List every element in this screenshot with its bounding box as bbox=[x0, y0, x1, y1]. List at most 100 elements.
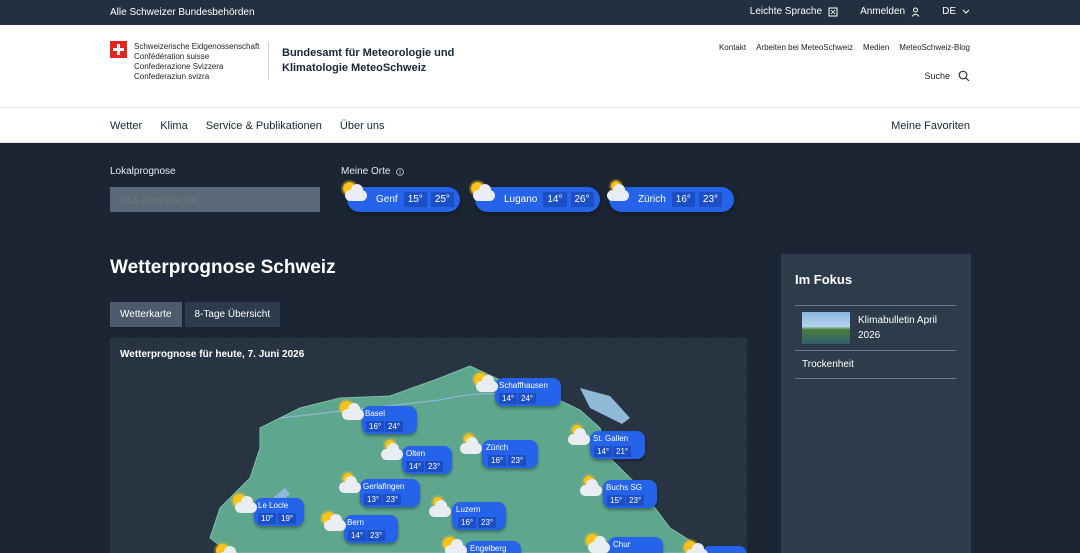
map-point-max: 23° bbox=[626, 495, 645, 506]
easy-language-link[interactable]: Leichte Sprache bbox=[750, 6, 838, 17]
confed-line: Confederazione Svizzera bbox=[134, 62, 224, 71]
climate-bulletin-thumbnail[interactable] bbox=[802, 312, 850, 344]
contact-link[interactable]: Kontakt bbox=[719, 43, 746, 52]
map-point-name: Luzern bbox=[456, 505, 481, 514]
language-selector[interactable]: DE bbox=[942, 6, 970, 17]
page-title: Wetterprognose Schweiz bbox=[110, 257, 336, 278]
map-point-chur[interactable]: Chur bbox=[608, 537, 663, 553]
top-utility-actions: Leichte Sprache Anmelden DE bbox=[750, 6, 970, 17]
map-point-name: Gerlafingen bbox=[363, 482, 405, 491]
login-link[interactable]: Anmelden bbox=[860, 6, 920, 17]
cloudy-icon bbox=[456, 434, 484, 458]
nav-item-wetter[interactable]: Wetter bbox=[110, 120, 142, 132]
focus-divider bbox=[795, 305, 956, 306]
chevron-down-icon bbox=[962, 9, 970, 14]
cloudy-icon bbox=[377, 440, 405, 464]
place-city: Lugano bbox=[504, 194, 538, 205]
info-icon[interactable] bbox=[396, 167, 405, 176]
federal-authorities-link[interactable]: Alle Schweizer Bundesbehörden bbox=[110, 7, 255, 18]
map-point-basel[interactable]: Basel 16° 24° bbox=[362, 406, 417, 434]
place-min-temp: 16° bbox=[671, 192, 695, 207]
map-point-luzern[interactable]: Luzern 16° 23° bbox=[452, 502, 506, 530]
blog-link[interactable]: MeteoSchweiz-Blog bbox=[899, 43, 970, 52]
sun-cloud-icon bbox=[320, 511, 348, 535]
map-point-max: 19° bbox=[278, 513, 297, 524]
map-point-zuerich[interactable]: Zürich 16° 23° bbox=[482, 440, 538, 468]
map-point-min: 16° bbox=[458, 517, 477, 528]
local-forecast-label: Lokalprognose bbox=[110, 166, 176, 177]
office-line: Bundesamt für Meteorologie und bbox=[282, 47, 455, 59]
local-forecast-input[interactable] bbox=[110, 187, 320, 212]
media-link[interactable]: Medien bbox=[863, 43, 889, 52]
confed-line: Confédération suisse bbox=[134, 52, 210, 61]
map-point-name: Zürich bbox=[486, 443, 509, 452]
map-point-name: Buchs SG bbox=[606, 483, 643, 492]
confederation-names: Schweizerische Eidgenossenschaft Confédé… bbox=[134, 42, 259, 82]
focus-item-drought[interactable]: Trockenheit bbox=[802, 359, 854, 370]
sun-cloud-icon bbox=[338, 400, 366, 424]
language-label: DE bbox=[942, 6, 956, 17]
map-point-name: Chur bbox=[613, 540, 631, 549]
easy-language-icon bbox=[828, 7, 838, 16]
map-point-max: 23° bbox=[367, 530, 386, 541]
my-places-label: Meine Orte bbox=[341, 166, 405, 177]
place-max-temp: 23° bbox=[698, 192, 723, 207]
office-line: Klimatologie MeteoSchweiz bbox=[282, 62, 427, 74]
top-utility-bar: Alle Schweizer Bundesbehörden Leichte Sp… bbox=[0, 0, 1080, 25]
weather-map[interactable]: Wetterprognose für heute, 7. Juni 2026 S… bbox=[110, 338, 747, 553]
nav-item-klima[interactable]: Klima bbox=[160, 120, 188, 132]
map-point-min: 14° bbox=[594, 446, 613, 457]
place-min-temp: 15° bbox=[403, 192, 427, 207]
office-name[interactable]: Bundesamt für Meteorologie und Klimatolo… bbox=[282, 46, 462, 76]
map-point-olten[interactable]: Olten 14° 23° bbox=[402, 446, 452, 474]
map-point-buchs-sg[interactable]: Buchs SG 15° 23° bbox=[603, 480, 657, 508]
confed-line: Confederaziun svizra bbox=[134, 72, 210, 81]
map-point-min: 14° bbox=[406, 461, 425, 472]
map-title: Wetterprognose für heute, 7. Juni 2026 bbox=[120, 349, 305, 360]
cloudy-icon bbox=[564, 425, 592, 449]
tab-weather-map[interactable]: Wetterkarte bbox=[110, 302, 182, 327]
map-point-bern[interactable]: Bern 14° 23° bbox=[344, 515, 398, 543]
search-button[interactable]: Suche bbox=[924, 70, 970, 82]
map-point-name: Schaffhausen bbox=[499, 381, 548, 390]
tab-8-day-overview[interactable]: 8-Tage Übersicht bbox=[184, 302, 281, 327]
map-point-name: Engelberg bbox=[470, 544, 507, 553]
sun-cloud-icon bbox=[469, 181, 497, 205]
map-point-engelberg[interactable]: Engelberg bbox=[465, 541, 521, 553]
site-header: Schweizerische Eidgenossenschaft Confédé… bbox=[0, 25, 1080, 108]
map-point-max: 24° bbox=[518, 393, 537, 404]
swiss-flag-logo[interactable] bbox=[110, 41, 127, 58]
cloudy-icon bbox=[335, 473, 363, 497]
jobs-link[interactable]: Arbeiten bei MeteoSchweiz bbox=[756, 43, 853, 52]
map-point-schaffhausen[interactable]: Schaffhausen 14° 24° bbox=[495, 378, 561, 406]
sun-cloud-icon bbox=[472, 372, 500, 396]
place-min-temp: 14° bbox=[543, 192, 567, 207]
map-point-name: Bern bbox=[347, 518, 364, 527]
forecast-tabs: Wetterkarte 8-Tage Übersicht bbox=[110, 302, 281, 327]
map-point-max: 23° bbox=[508, 455, 527, 466]
map-point-name: Olten bbox=[406, 449, 426, 458]
focus-item-climate-bulletin[interactable]: Klimabulletin April 2026 bbox=[858, 313, 958, 343]
sun-cloud-icon bbox=[231, 493, 259, 517]
map-point-st-gallen[interactable]: St. Gallen 14° 21° bbox=[590, 431, 645, 459]
login-label: Anmelden bbox=[860, 6, 906, 17]
map-point-max: 21° bbox=[613, 446, 632, 457]
nav-item-about[interactable]: Über uns bbox=[340, 120, 385, 132]
search-label: Suche bbox=[924, 71, 950, 81]
map-point-gerlafingen[interactable]: Gerlafingen 13° 23° bbox=[360, 479, 420, 507]
confed-line: Schweizerische Eidgenossenschaft bbox=[134, 42, 260, 51]
map-point-min: 13° bbox=[364, 494, 383, 505]
map-point-le-locle[interactable]: Le Locle 10° 19° bbox=[254, 498, 304, 526]
header-links: Kontakt Arbeiten bei MeteoSchweiz Medien… bbox=[719, 43, 970, 52]
main-navigation: Wetter Klima Service & Publikationen Übe… bbox=[0, 108, 1080, 143]
map-point-name: Le Locle bbox=[258, 501, 289, 510]
favorites-link[interactable]: Meine Favoriten bbox=[891, 120, 970, 132]
cloudy-icon bbox=[576, 476, 604, 500]
map-point-min: 14° bbox=[499, 393, 518, 404]
map-point-min: 10° bbox=[258, 513, 277, 524]
my-places-text: Meine Orte bbox=[341, 166, 391, 177]
nav-item-service[interactable]: Service & Publikationen bbox=[206, 120, 322, 132]
user-icon bbox=[911, 7, 920, 17]
sun-cloud-icon bbox=[214, 543, 242, 553]
cloudy-icon bbox=[425, 497, 453, 521]
